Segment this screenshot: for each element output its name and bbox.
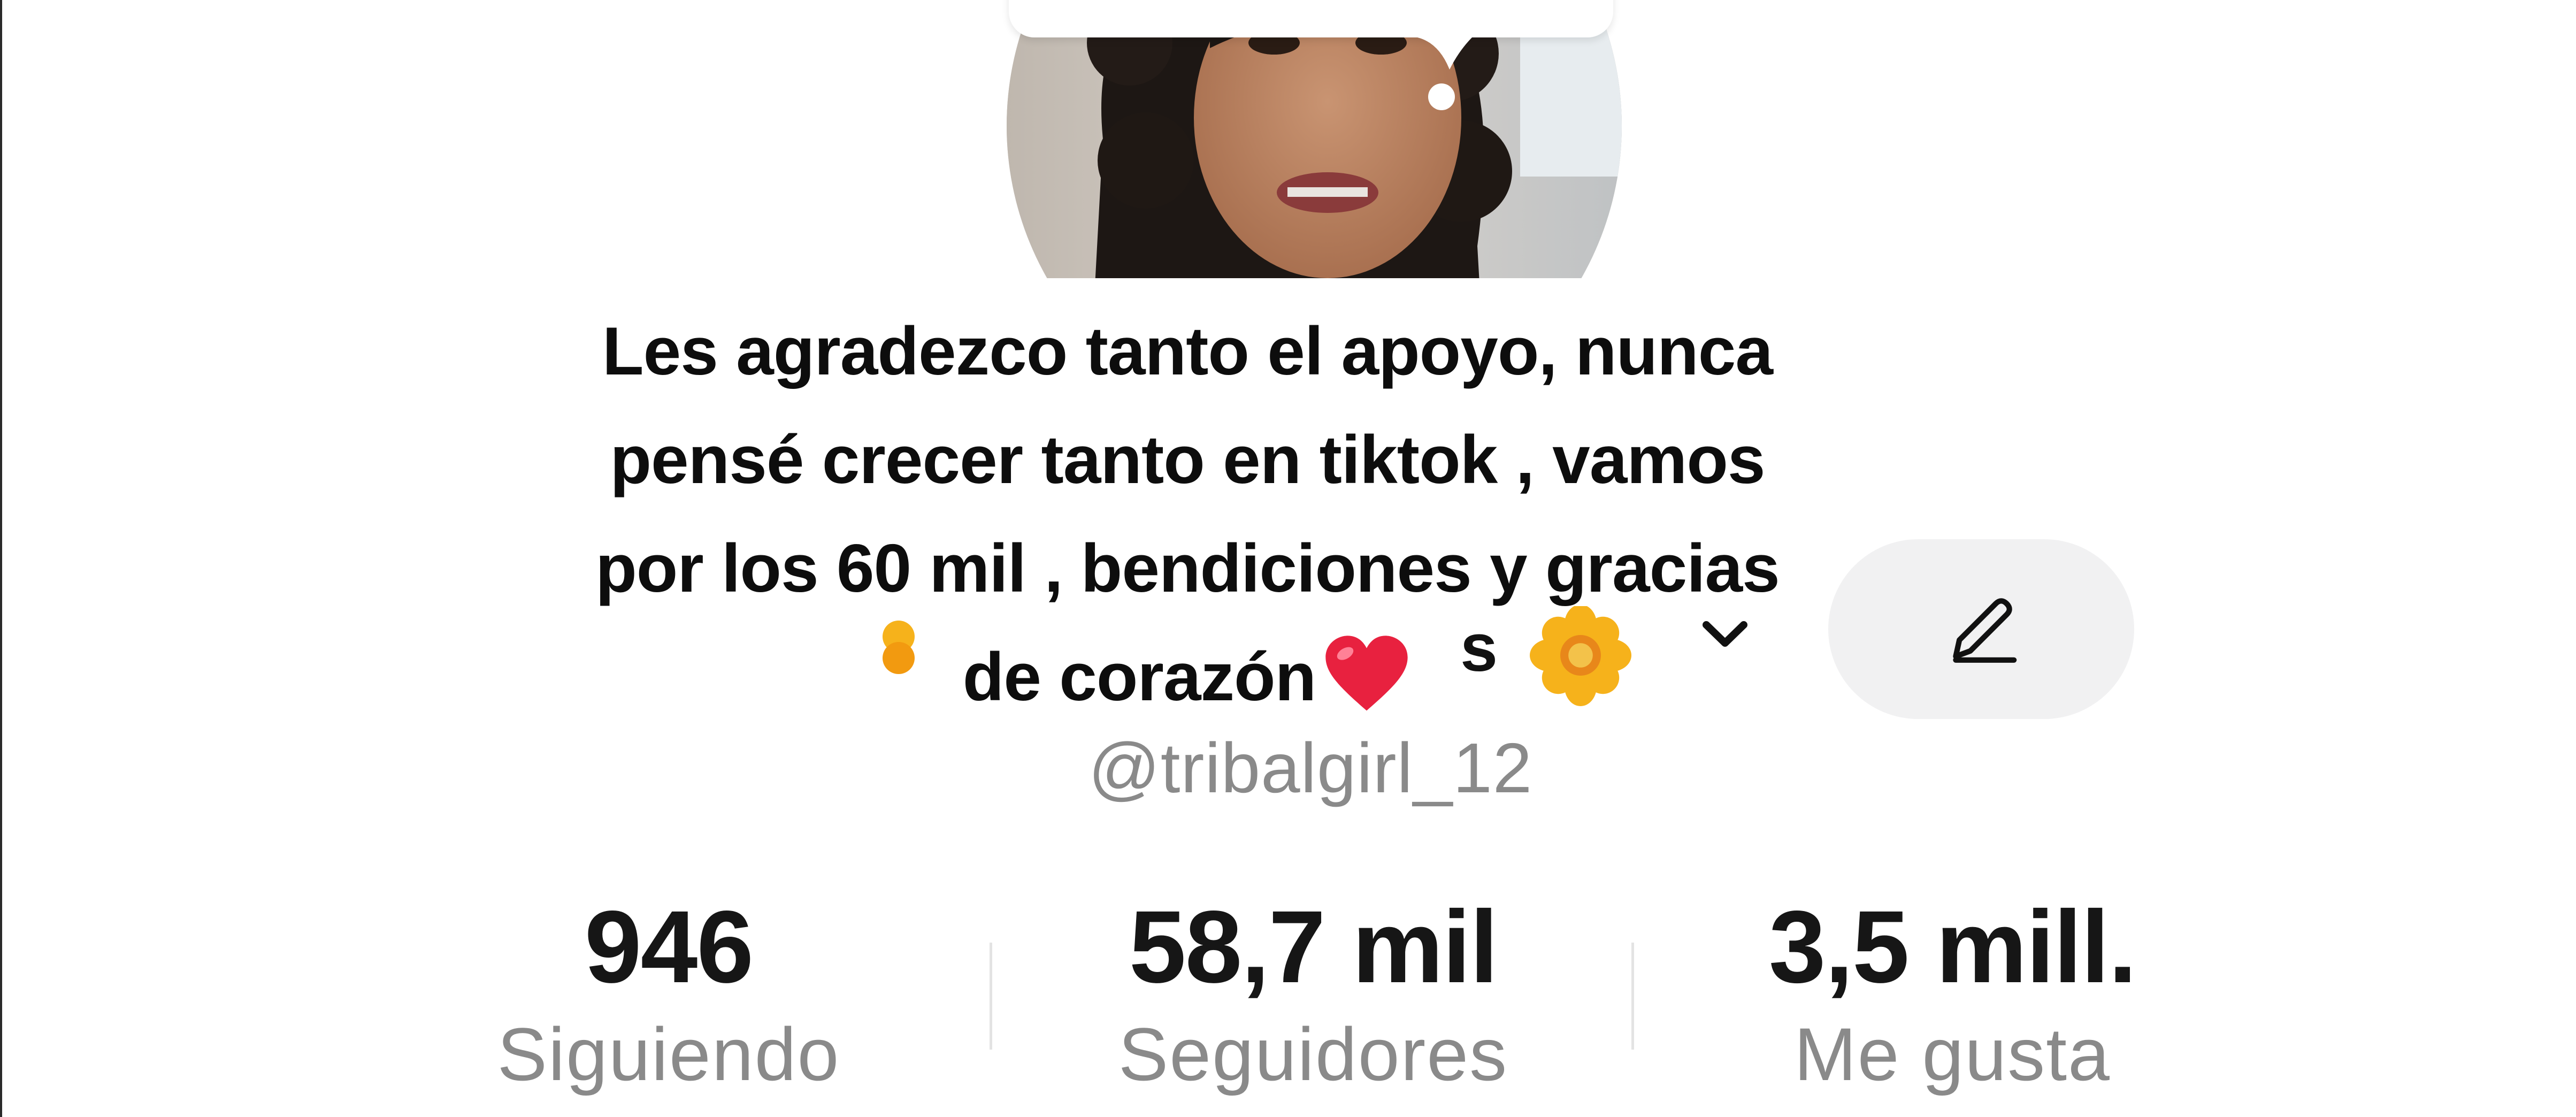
speech-bubble-tail: [1417, 21, 1492, 70]
username-handle: @tribalgirl_12: [1088, 729, 1533, 807]
speech-bubble: [1009, 0, 1613, 37]
stat-divider: [990, 943, 992, 1050]
screen-edge: [0, 0, 2, 1117]
video-caption-overlay: Les agradezco tanto el apoyo, nunca pens…: [546, 297, 1829, 731]
stat-followers[interactable]: 58,7 mil Seguidores: [1046, 888, 1581, 1105]
stat-likes: 3,5 mill. Me gusta: [1685, 888, 2220, 1105]
edit-profile-button[interactable]: [1828, 539, 2134, 719]
followers-count: 58,7 mil: [1129, 889, 1498, 1004]
caption-line: Les agradezco tanto el apoyo, nunca: [589, 313, 1785, 389]
avatar-image: [1007, 0, 1622, 278]
heart-emoji: [1325, 636, 1408, 711]
caption-line: pensé crecer tanto en tiktok , vamos: [597, 422, 1778, 498]
bubble-dot: [1428, 83, 1455, 110]
likes-count: 3,5 mill.: [1768, 889, 2137, 1004]
likes-label: Me gusta: [1794, 1012, 2111, 1096]
caption-line: por los 60 mil , bendiciones y gracias: [582, 530, 1792, 606]
pencil-icon: [1953, 598, 2017, 663]
following-count: 946: [584, 889, 754, 1004]
stat-following[interactable]: 946 Siguiendo: [401, 888, 936, 1105]
followers-label: Seguidores: [1118, 1012, 1508, 1096]
avatar-photo: [1007, 0, 1622, 278]
following-label: Siguiendo: [497, 1012, 840, 1096]
stat-divider: [1631, 943, 1634, 1050]
profile-avatar[interactable]: [1007, 0, 1622, 278]
caption-line: de corazón: [962, 639, 1316, 715]
